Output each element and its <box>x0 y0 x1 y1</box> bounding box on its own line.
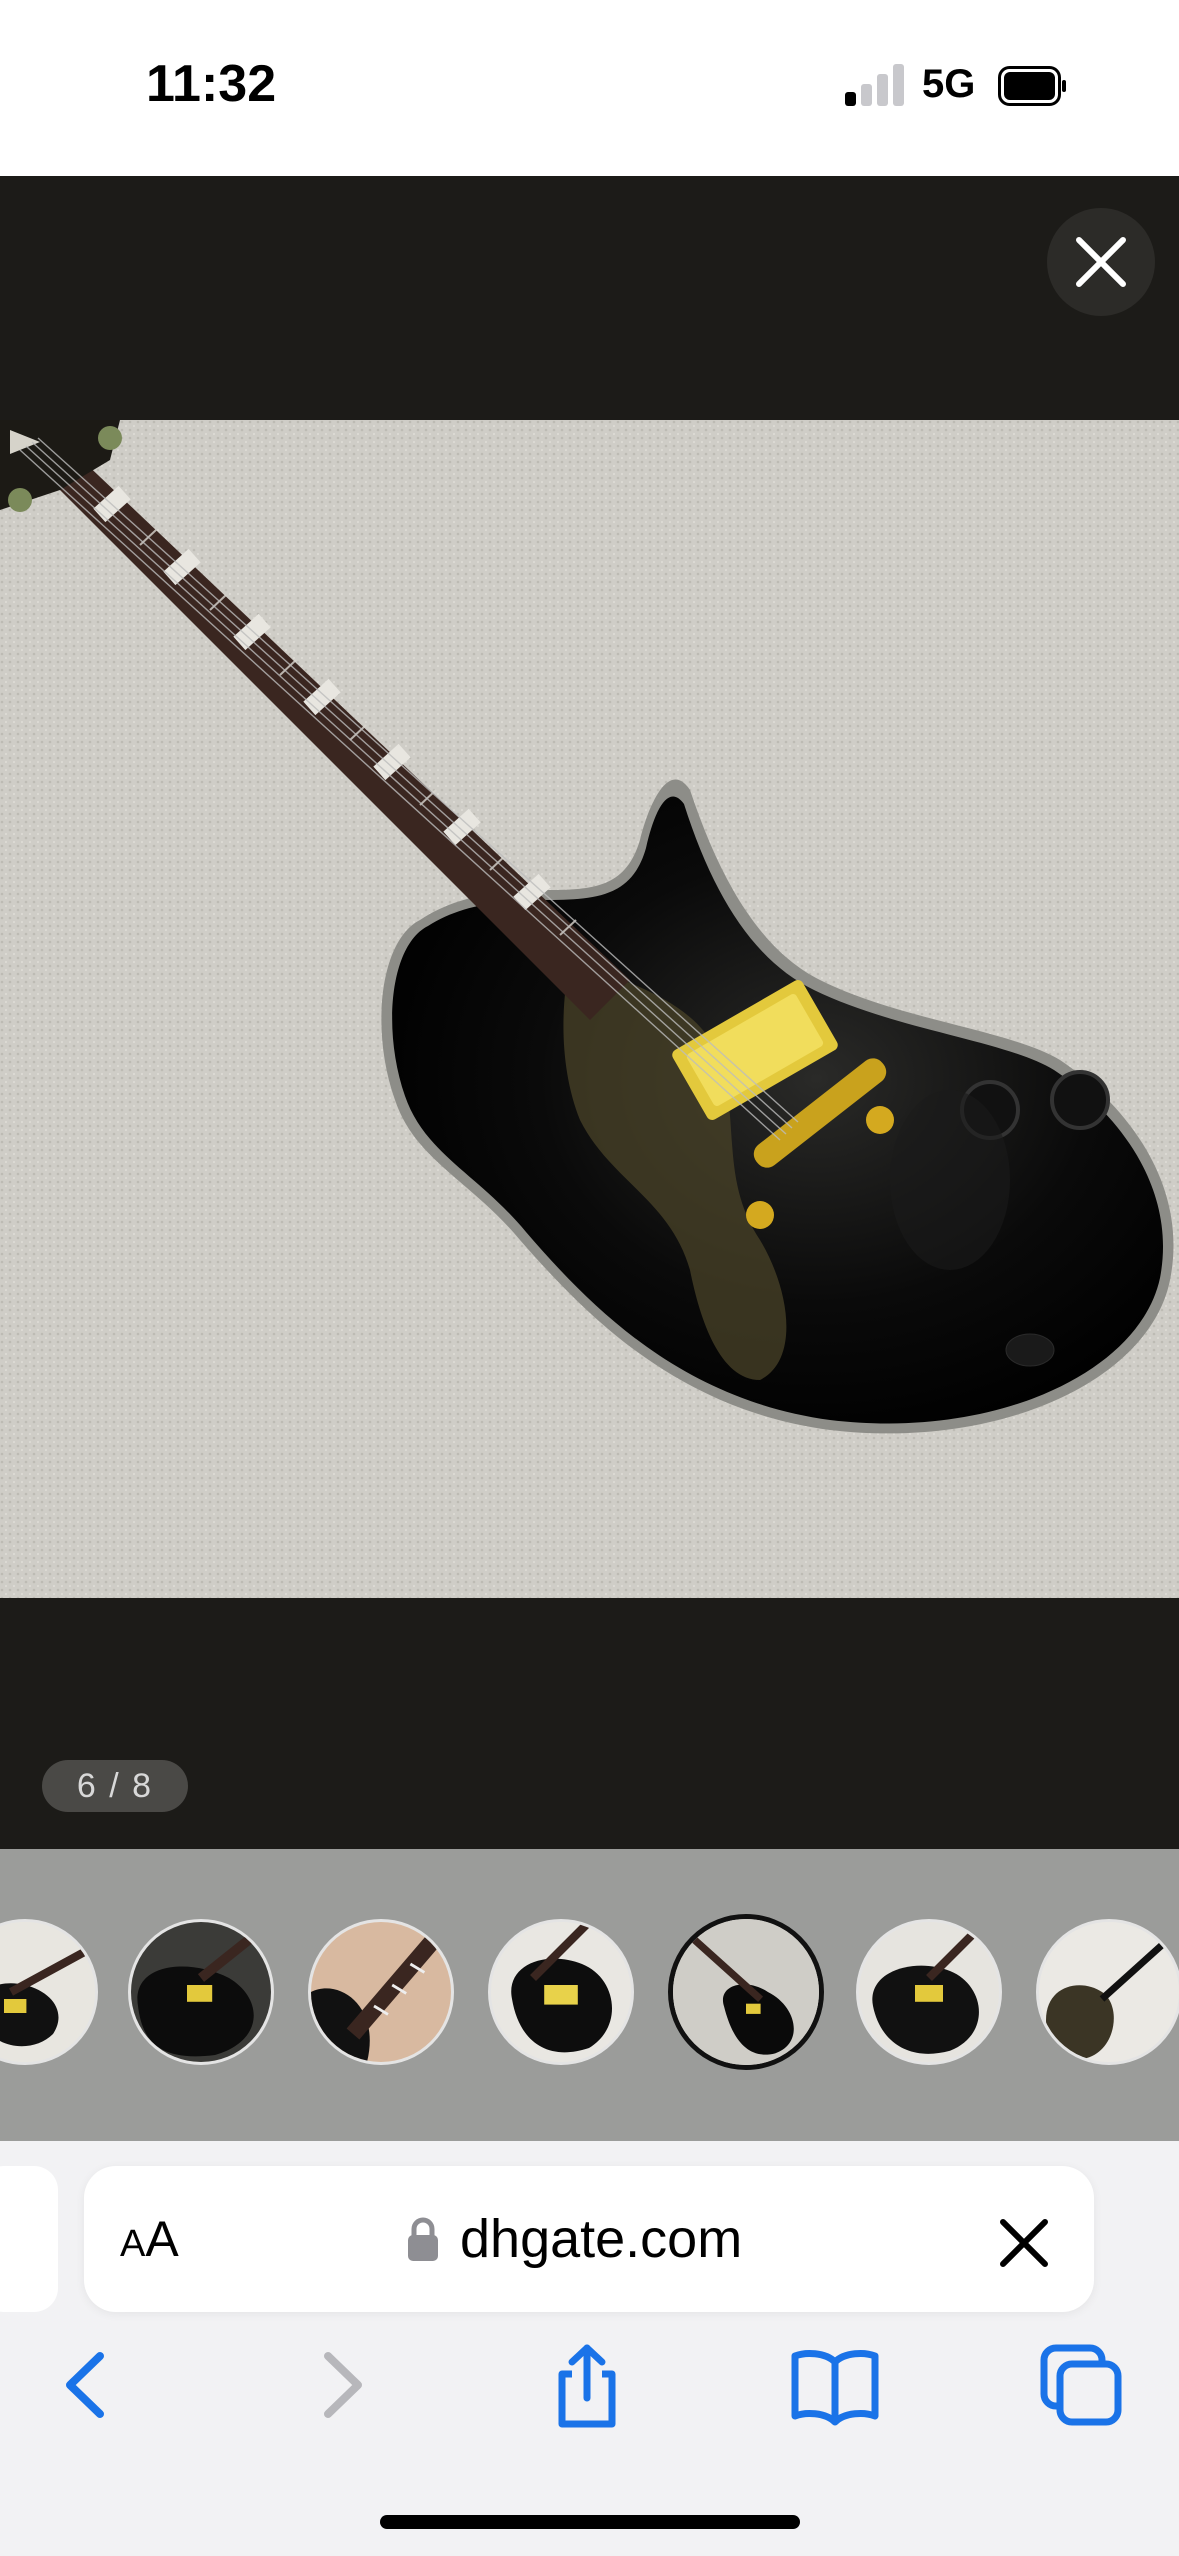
product-photo[interactable] <box>0 420 1179 1598</box>
url-domain[interactable]: dhgate.com <box>460 2204 742 2274</box>
reader-settings-button[interactable]: AA <box>120 2206 179 2272</box>
close-icon[interactable] <box>995 2214 1053 2272</box>
forward-icon[interactable] <box>296 2340 386 2430</box>
guitar-image <box>0 420 1179 1598</box>
thumbnail[interactable] <box>128 1919 274 2065</box>
back-icon[interactable] <box>42 2340 132 2430</box>
image-counter: 6 / 8 <box>42 1760 188 1812</box>
status-bar: 11:32 5G <box>0 0 1179 176</box>
aa-small-label: A <box>120 2223 146 2265</box>
thumbnail[interactable] <box>856 1919 1002 2065</box>
thumbnail-active[interactable] <box>668 1914 824 2070</box>
share-icon[interactable] <box>542 2340 632 2430</box>
bookmarks-icon[interactable] <box>790 2340 880 2430</box>
close-viewer-button[interactable] <box>1047 208 1155 316</box>
thumbnail[interactable] <box>308 1919 454 2065</box>
status-time: 11:32 <box>146 55 277 113</box>
previous-tab-preview[interactable] <box>0 2166 58 2312</box>
tabs-icon[interactable] <box>1036 2340 1126 2430</box>
thumbnail[interactable] <box>488 1919 634 2065</box>
signal-strength-icon <box>845 62 905 106</box>
home-indicator[interactable] <box>380 2515 800 2529</box>
thumbnail[interactable] <box>1036 1919 1179 2065</box>
network-label: 5G <box>922 62 976 106</box>
thumbnail[interactable] <box>0 1919 98 2065</box>
lock-icon <box>408 2217 438 2261</box>
close-icon <box>1076 237 1126 287</box>
thumbnail-strip[interactable] <box>0 1849 1179 2141</box>
battery-icon <box>998 66 1066 106</box>
aa-large-label: A <box>145 2211 179 2267</box>
